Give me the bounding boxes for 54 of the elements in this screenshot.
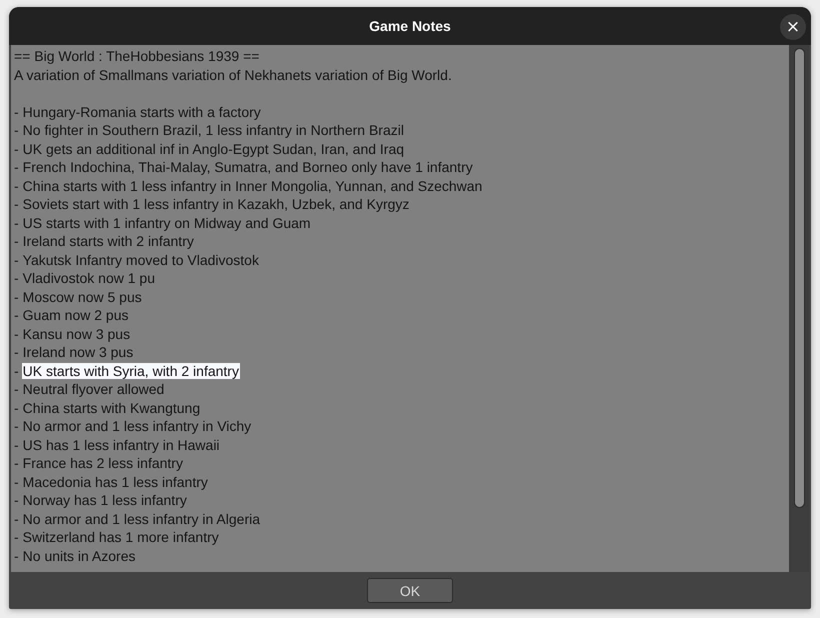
note-line: Neutral flyover allowed [22,381,166,397]
close-button[interactable]: × [780,14,806,40]
note-line: Macedonia has 1 less infantry [22,474,209,490]
bullet-dash: - [14,178,19,194]
bullet-dash: - [14,455,19,471]
bullet-dash: - [14,436,19,452]
note-line: Hungary-Romania starts with a factory [22,104,262,120]
note-line: Norway has 1 less infantry [22,492,188,508]
bullet-dash: - [14,529,19,545]
note-line: Yakutsk Infantry moved to Vladivostok [22,252,260,268]
bullet-dash: - [14,288,19,304]
bullet-dash: - [14,418,19,434]
note-line: Vladivostok now 1 pu [22,270,156,286]
note-line: Kansu now 3 pus [22,326,132,342]
bullet-dash: - [14,159,19,175]
note-line: Ireland starts with 2 infantry [22,233,195,249]
bullet-dash: - [14,270,19,286]
window-title: Game Notes [369,18,451,34]
bullet-dash: - [14,214,19,230]
bullet-dash: - [14,362,19,378]
note-line: Ireland now 3 pus [22,344,134,360]
note-line: UK gets an additional inf in Anglo-Egypt Sudan, Iran, and Iraq [22,140,406,156]
bullet-dash: - [14,104,19,120]
bullet-dash: - [14,474,19,490]
note-line: Soviets start with 1 less infantry in Kazakh, Uzbek, and Kyrgyz [22,196,410,212]
notes-intro: A variation of Smallmans variation of Nekhanets variation of Big World. [14,66,453,84]
note-line: French Indochina, Thai-Malay, Sumatra, and Borneo only have 1 infantry [22,159,474,175]
note-line: No armor and 1 less infantry in Vichy [22,418,252,434]
notes-heading: == Big World : TheHobbesians 1939 == [14,47,260,66]
note-line: China starts with 1 less infantry in Inner Mongolia, Yunnan, and Szechwan [22,178,484,194]
bullet-dash: - [14,344,19,360]
bullet-dash: - [14,510,19,526]
note-line: China starts with Kwangtung [22,400,202,416]
bullet-dash: - [14,492,19,508]
bullet-dash: - [14,233,19,249]
bullet-dash: - [14,140,19,156]
bullet-dash: - [14,252,19,268]
bullet-dash: - [14,326,19,342]
note-line: No armor and 1 less infantry in Algeria [22,510,262,526]
bullet-dash: - [14,381,19,397]
note-line: Moscow now 5 pus [22,288,143,304]
note-line: No units in Azores [22,548,137,564]
note-line: France has 2 less infantry [22,455,184,471]
bullet-dash: - [14,122,19,138]
bullet-dash: - [14,196,19,212]
note-line: No fighter in Southern Brazil, 1 less infantry in Northern Brazil [22,122,405,138]
note-line: Switzerland has 1 more infantry [22,529,220,545]
ok-button[interactable]: OK [367,578,453,603]
note-line: US starts with 1 infantry on Midway and Guam [22,214,312,230]
note-line: Guam now 2 pus [22,307,130,323]
bullet-dash: - [14,307,19,323]
bullet-dash: - [14,548,19,564]
note-line: US has 1 less infantry in Hawaii [22,436,221,452]
bullet-dash: - [14,400,19,416]
